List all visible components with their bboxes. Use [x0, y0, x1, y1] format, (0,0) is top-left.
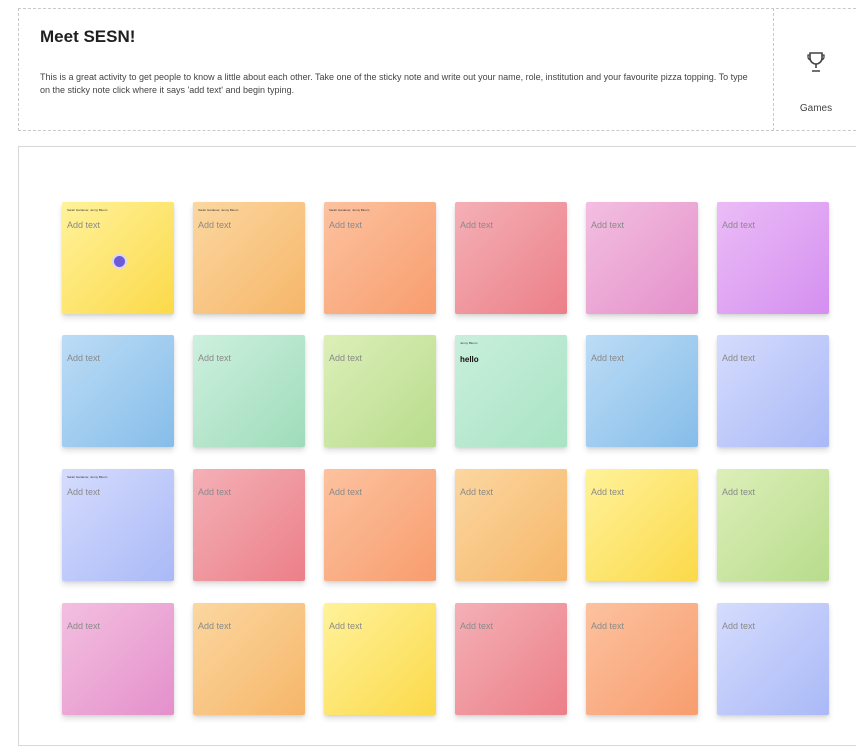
note-text[interactable]: Add text: [67, 353, 100, 363]
note-author: Sarah Gardener, Jenny Bloom: [329, 208, 370, 212]
note-text[interactable]: Add text: [329, 220, 362, 230]
note-text[interactable]: Add text: [67, 621, 100, 631]
sticky-note[interactable]: Add text: [324, 335, 436, 447]
note-text[interactable]: Add text: [198, 220, 231, 230]
sticky-note[interactable]: Add text: [717, 202, 829, 314]
note-text[interactable]: Add text: [67, 487, 100, 497]
note-author: Jenny Bloom: [460, 341, 478, 345]
sticky-note[interactable]: Add text: [586, 202, 698, 314]
note-text[interactable]: Add text: [329, 353, 362, 363]
games-label: Games: [799, 103, 833, 114]
sticky-note[interactable]: Add text: [717, 335, 829, 447]
note-author: Sarah Gardener, Jenny Bloom: [67, 475, 108, 479]
sticky-note[interactable]: Add text: [193, 603, 305, 715]
sticky-note[interactable]: Add text: [717, 603, 829, 715]
sticky-note[interactable]: Add text: [455, 469, 567, 581]
note-author: Sarah Gardener, Jenny Bloom: [198, 208, 239, 212]
note-text[interactable]: Add text: [722, 353, 755, 363]
games-button[interactable]: Games: [776, 8, 856, 131]
note-text[interactable]: Add text: [67, 220, 100, 230]
note-text[interactable]: Add text: [591, 220, 624, 230]
sticky-note[interactable]: Sarah Gardener, Jenny Bloom Add text: [193, 202, 305, 314]
activity-description: This is a great activity to get people t…: [40, 72, 748, 95]
note-text[interactable]: Add text: [460, 621, 493, 631]
note-text[interactable]: Add text: [329, 621, 362, 631]
note-text[interactable]: Add text: [198, 353, 231, 363]
sticky-note[interactable]: Add text: [324, 469, 436, 581]
note-text[interactable]: Add text: [722, 621, 755, 631]
sticky-note[interactable]: Add text: [586, 469, 698, 581]
sticky-note[interactable]: Add text: [193, 335, 305, 447]
sticky-note[interactable]: Add text: [586, 335, 698, 447]
note-text[interactable]: Add text: [329, 487, 362, 497]
sticky-note[interactable]: Add text: [193, 469, 305, 581]
sticky-note[interactable]: Add text: [586, 603, 698, 715]
trophy-icon: [807, 52, 825, 72]
sticky-note[interactable]: Sarah Gardener, Jenny Bloom Add text: [324, 202, 436, 314]
sticky-note[interactable]: Add text: [717, 469, 829, 581]
note-text[interactable]: Add text: [722, 487, 755, 497]
activity-title: Meet SESN!: [40, 27, 136, 46]
activity-header: Meet SESN! This is a great activity to g…: [18, 8, 774, 131]
note-text[interactable]: Add text: [198, 621, 231, 631]
note-text[interactable]: Add text: [722, 220, 755, 230]
note-text[interactable]: hello: [460, 355, 479, 364]
sticky-note[interactable]: Add text: [455, 603, 567, 715]
note-text[interactable]: Add text: [591, 353, 624, 363]
note-text[interactable]: Add text: [460, 487, 493, 497]
collaborator-cursor: [112, 254, 127, 269]
sticky-note[interactable]: Add text: [62, 335, 174, 447]
note-text[interactable]: Add text: [591, 621, 624, 631]
note-text[interactable]: Add text: [198, 487, 231, 497]
sticky-note[interactable]: Add text: [455, 202, 567, 314]
sticky-note[interactable]: Sarah Gardener, Jenny Bloom Add text: [62, 469, 174, 581]
note-text[interactable]: Add text: [591, 487, 624, 497]
sticky-note[interactable]: Add text: [324, 603, 436, 715]
sticky-note[interactable]: Jenny Bloom hello: [455, 335, 567, 447]
note-text[interactable]: Add text: [460, 220, 493, 230]
sticky-note[interactable]: Add text: [62, 603, 174, 715]
note-author: Sarah Gardener, Jenny Bloom: [67, 208, 108, 212]
